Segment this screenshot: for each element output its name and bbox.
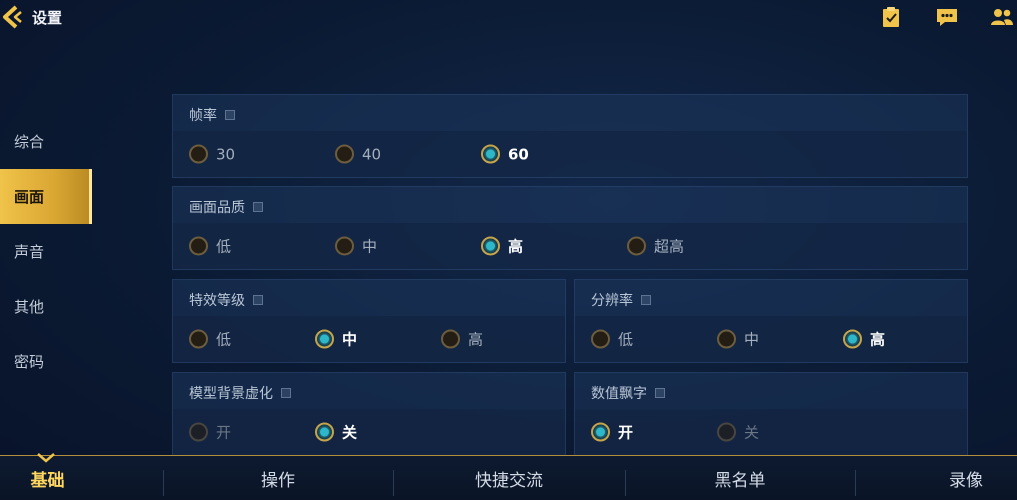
resolution-panel: 分辨率 低 中 高 [574,279,968,363]
chevron-left-icon [0,4,26,30]
damage-numbers-panel: 数值飘字 开 关 [574,372,968,456]
info-icon[interactable] [253,202,263,212]
resolution-option-high[interactable]: 高 [843,329,885,350]
radio-button-selected-icon [843,329,862,349]
radio-button-selected-icon [315,329,334,349]
radio-button-selected-icon [481,144,500,164]
damage-numbers-option-on[interactable]: 开 [591,422,633,443]
friends-icon[interactable] [990,6,1014,28]
radio-button-selected-icon [315,422,334,442]
option-row: 30 40 60 [173,131,967,177]
panel-title: 数值飘字 [591,383,665,403]
damage-numbers-option-off[interactable]: 关 [717,422,759,443]
sidebar: 综合 画面 声音 其他 密码 [0,114,92,389]
chevron-down-icon [37,448,55,463]
info-icon[interactable] [253,295,263,305]
quality-option-low[interactable]: 低 [189,236,231,257]
top-bar: 设置 [0,0,1017,36]
tab-quick-chat[interactable]: 快捷交流 [393,456,625,500]
info-icon[interactable] [281,388,291,398]
tab-blacklist[interactable]: 黑名单 [625,456,855,500]
quality-option-medium[interactable]: 中 [335,236,377,257]
sidebar-item-label: 其他 [14,298,45,316]
clipboard-check-icon[interactable] [879,6,903,28]
radio-button-icon [189,236,208,256]
quality-option-high[interactable]: 高 [481,236,523,257]
chat-bubble-icon[interactable] [935,6,959,28]
resolution-option-medium[interactable]: 中 [717,329,759,350]
sidebar-item-graphics[interactable]: 画面 [0,169,92,224]
panel-title: 画面品质 [189,197,263,217]
radio-button-icon [189,144,208,164]
sidebar-item-label: 声音 [14,243,45,261]
info-icon[interactable] [655,388,665,398]
panel-title: 模型背景虚化 [189,383,291,403]
quality-panel: 画面品质 低 中 高 超高 [172,186,968,270]
option-row: 低 中 高 [173,316,565,362]
sidebar-item-sound[interactable]: 声音 [0,224,92,279]
sidebar-item-label: 画面 [14,188,45,206]
radio-button-selected-icon [481,236,500,256]
resolution-option-low[interactable]: 低 [591,329,633,350]
info-icon[interactable] [641,295,651,305]
radio-button-icon [441,329,460,349]
radio-button-icon [335,144,354,164]
option-row: 低 中 高 [575,316,967,362]
effects-option-high[interactable]: 高 [441,329,483,350]
bottom-tab-bar: 基础 操作 快捷交流 黑名单 录像 [0,455,1017,500]
panel-title: 帧率 [189,105,235,125]
tab-controls[interactable]: 操作 [163,456,393,500]
effects-panel: 特效等级 低 中 高 [172,279,566,363]
radio-button-selected-icon [591,422,610,442]
radio-button-icon [717,422,736,442]
page-title: 设置 [32,8,63,27]
option-row: 开 关 [173,409,565,455]
framerate-option-60[interactable]: 60 [481,144,529,164]
framerate-option-40[interactable]: 40 [335,144,381,164]
option-row: 低 中 高 超高 [173,223,967,269]
radio-button-icon [335,236,354,256]
panel-title: 特效等级 [189,290,263,310]
model-blur-option-off[interactable]: 关 [315,422,357,443]
back-button[interactable]: 设置 [0,4,62,30]
radio-button-icon [189,422,208,442]
effects-option-low[interactable]: 低 [189,329,231,350]
sidebar-item-label: 综合 [14,133,45,151]
sidebar-item-general[interactable]: 综合 [0,114,92,169]
model-blur-panel: 模型背景虚化 开 关 [172,372,566,456]
tab-divider [855,470,856,496]
radio-button-icon [591,329,610,349]
radio-button-icon [189,329,208,349]
option-row: 开 关 [575,409,967,455]
effects-option-medium[interactable]: 中 [315,329,357,350]
quality-option-ultra[interactable]: 超高 [627,236,684,257]
sidebar-item-other[interactable]: 其他 [0,279,92,334]
radio-button-icon [717,329,736,349]
radio-button-icon [627,236,646,256]
sidebar-item-password[interactable]: 密码 [0,334,92,389]
panel-title: 分辨率 [591,290,651,310]
model-blur-option-on[interactable]: 开 [189,422,231,443]
framerate-option-30[interactable]: 30 [189,144,235,164]
tab-replay[interactable]: 录像 [915,456,1017,500]
sidebar-item-label: 密码 [14,353,45,371]
framerate-panel: 帧率 30 40 60 [172,94,968,178]
info-icon[interactable] [225,110,235,120]
